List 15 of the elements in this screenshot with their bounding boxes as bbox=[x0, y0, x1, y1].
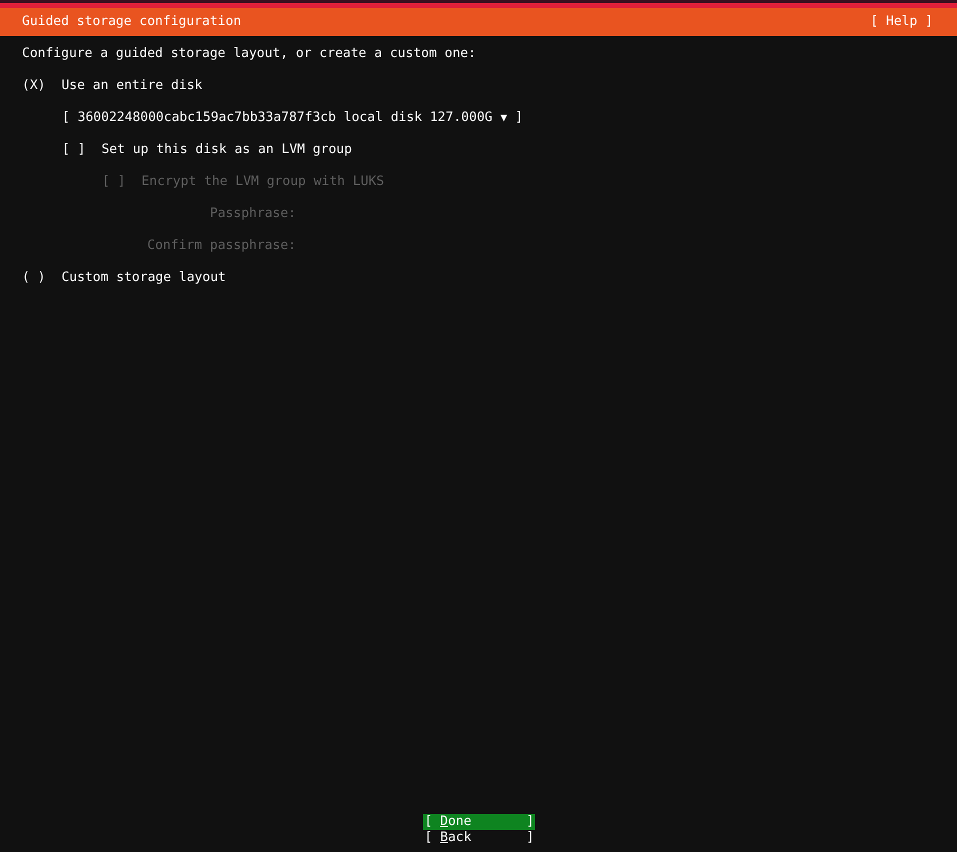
radio-button[interactable]: ( ) bbox=[22, 270, 46, 286]
help-button[interactable]: [ Help ] bbox=[870, 14, 933, 30]
radio-label: Custom storage layout bbox=[61, 270, 226, 286]
checkbox-label: Set up this disk as an LVM group bbox=[101, 142, 352, 158]
checkbox[interactable]: [ ] bbox=[62, 142, 86, 158]
action-button[interactable]: [ Done ] bbox=[422, 814, 534, 830]
checkbox-label: Encrypt the LVM group with LUKS bbox=[141, 174, 384, 190]
intro-text: Configure a guided storage layout, or create a custom one: bbox=[22, 46, 477, 62]
header-title: Guided storage configuration bbox=[22, 14, 242, 30]
passphrase-label: Confirm passphrase: bbox=[146, 238, 296, 254]
passphrase-label: Passphrase: bbox=[208, 206, 296, 222]
radio-button[interactable]: (X) bbox=[22, 78, 46, 94]
action-button[interactable]: [ Back ] bbox=[422, 830, 534, 846]
radio-label: Use an entire disk bbox=[61, 78, 202, 94]
disk-dropdown[interactable]: [ 36002248000cabc159ac7bb33a787f3cb local disk 127.000G ▼ ] bbox=[62, 110, 523, 126]
